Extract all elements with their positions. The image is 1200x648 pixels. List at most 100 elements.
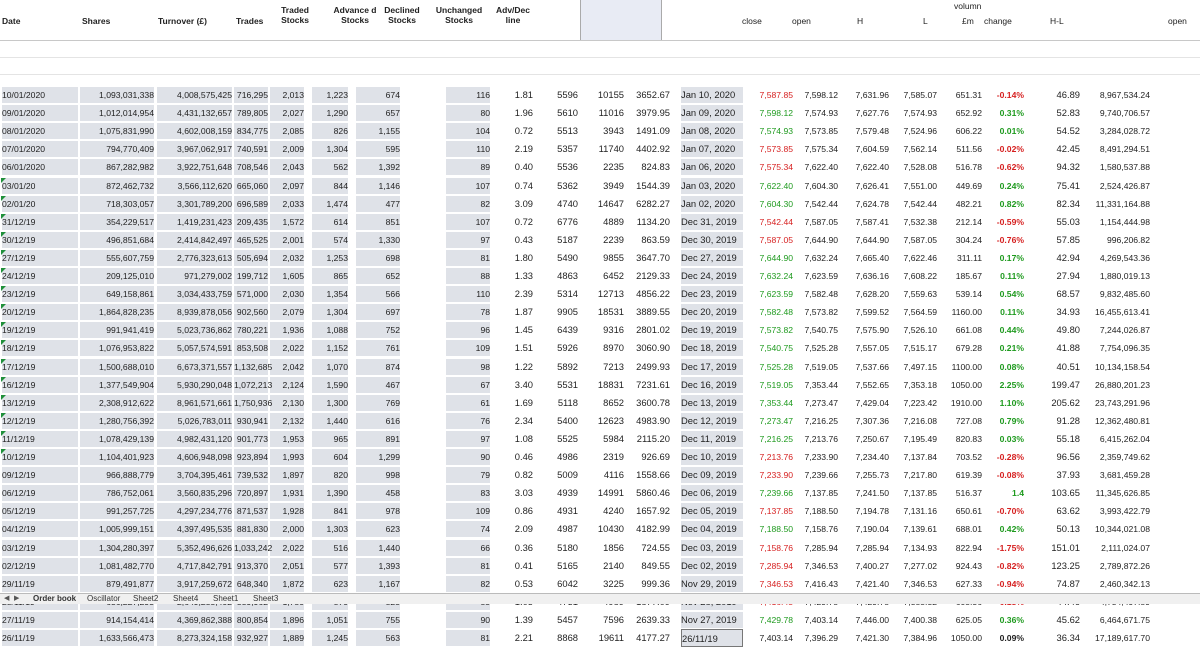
cell-vol[interactable]: 304.24 (942, 231, 982, 249)
cell-turnover[interactable]: 4,606,948,098 (157, 448, 232, 466)
cell-close[interactable]: 7,623.59 (744, 285, 793, 303)
cell-shares[interactable]: 991,257,725 (80, 502, 154, 520)
cell-close[interactable]: 7,575.34 (744, 158, 793, 176)
cell-traded[interactable]: 2,013 (270, 86, 304, 104)
cell-dec[interactable]: 566 (356, 285, 400, 303)
cell-open[interactable]: 7,582.48 (796, 285, 838, 303)
cell-date[interactable]: 20/12/19 (2, 303, 78, 321)
cell-unch[interactable]: 88 (446, 267, 490, 285)
cell-vol[interactable]: 924.43 (942, 557, 982, 575)
header-traded-stocks[interactable]: Traded Stocks (272, 5, 318, 25)
cell-t[interactable]: 11740 (584, 140, 624, 158)
cell-high[interactable]: 7,421.40 (844, 575, 889, 593)
cell-traded[interactable]: 2,085 (270, 122, 304, 140)
cell-open[interactable]: 7,573.82 (796, 303, 838, 321)
cell-s[interactable]: 5400 (546, 412, 578, 430)
cell-t[interactable]: 12623 (584, 412, 624, 430)
cell-s[interactable]: 4740 (546, 195, 578, 213)
cell-day[interactable]: Dec 09, 2019 (681, 466, 743, 484)
cell-date[interactable]: 18/12/19 (2, 339, 78, 357)
cell-chg[interactable]: -0.76% (985, 231, 1024, 249)
cell-day[interactable]: Jan 09, 2020 (681, 104, 743, 122)
cell-date[interactable]: 10/12/19 (2, 448, 78, 466)
cell-close[interactable]: 7,137.85 (744, 502, 793, 520)
cell-t[interactable]: 4240 (584, 502, 624, 520)
cell-unch[interactable]: 81 (446, 249, 490, 267)
cell-chg[interactable]: -0.62% (985, 158, 1024, 176)
cell-r[interactable]: 1.33 (510, 267, 533, 285)
cell-adv[interactable]: 865 (312, 267, 348, 285)
cell-date[interactable]: 07/01/2020 (2, 140, 78, 158)
cell-open2[interactable]: 1,154,444.98 (1082, 213, 1150, 231)
cell-u[interactable]: 824.83 (624, 158, 670, 176)
cell-open2[interactable]: 2,524,426.87 (1082, 177, 1150, 195)
cell-traded[interactable]: 1,889 (270, 629, 304, 647)
cell-day[interactable]: Dec 13, 2019 (681, 394, 743, 412)
cell-date[interactable]: 06/12/19 (2, 484, 78, 502)
cell-traded[interactable]: 1,928 (270, 502, 304, 520)
header-unchanged-stocks[interactable]: Unchanged Stocks (430, 5, 488, 25)
cell-trades[interactable]: 1,132,685 (234, 358, 272, 376)
cell-trades[interactable]: 739,532 (234, 466, 268, 484)
cell-r[interactable]: 3.09 (510, 195, 533, 213)
cell-chg[interactable]: -0.59% (985, 213, 1024, 231)
cell-low[interactable]: 7,622.46 (892, 249, 937, 267)
cell-shares[interactable]: 867,282,982 (80, 158, 154, 176)
cell-vol[interactable]: 1050.00 (942, 629, 982, 647)
cell-traded[interactable]: 1,897 (270, 466, 304, 484)
cell-open2[interactable]: 8,967,534.24 (1082, 86, 1150, 104)
cell-shares[interactable]: 1,081,482,770 (80, 557, 154, 575)
cell-open2[interactable]: 3,681,459.28 (1082, 466, 1150, 484)
cell-hl[interactable]: 91.28 (1044, 412, 1080, 430)
header-volumn[interactable]: volumn (954, 1, 981, 11)
cell-unch[interactable]: 78 (446, 303, 490, 321)
cell-high[interactable]: 7,636.16 (844, 267, 889, 285)
cell-adv[interactable]: 1,390 (312, 484, 348, 502)
cell-dec[interactable]: 697 (356, 303, 400, 321)
cell-date[interactable]: 10/01/2020 (2, 86, 78, 104)
cell-dec[interactable]: 1,392 (356, 158, 400, 176)
cell-open[interactable]: 7,416.43 (796, 575, 838, 593)
cell-r[interactable]: 2.21 (510, 629, 533, 647)
cell-high[interactable]: 7,446.00 (844, 611, 889, 629)
cell-date[interactable]: 26/11/19 (2, 629, 78, 647)
cell-hl[interactable]: 57.85 (1044, 231, 1080, 249)
cell-close[interactable]: 7,429.78 (744, 611, 793, 629)
cell-hl[interactable]: 40.51 (1044, 358, 1080, 376)
cell-high[interactable]: 7,587.41 (844, 213, 889, 231)
header-hl[interactable]: H-L (1050, 16, 1064, 26)
cell-chg[interactable]: 2.25% (985, 376, 1024, 394)
cell-r[interactable]: 0.43 (510, 231, 533, 249)
cell-open2[interactable]: 26,880,201.23 (1082, 376, 1150, 394)
cell-turnover[interactable]: 1,419,231,423 (157, 213, 232, 231)
cell-s[interactable]: 5165 (546, 557, 578, 575)
cell-t[interactable]: 3943 (584, 122, 624, 140)
cell-hl[interactable]: 34.93 (1044, 303, 1080, 321)
cell-t[interactable]: 11016 (584, 104, 624, 122)
cell-open2[interactable]: 2,359,749.62 (1082, 448, 1150, 466)
header-high[interactable]: H (857, 16, 863, 26)
cell-close[interactable]: 7,213.76 (744, 448, 793, 466)
cell-hl[interactable]: 103.65 (1044, 484, 1080, 502)
cell-open[interactable]: 7,574.93 (796, 104, 838, 122)
cell-date[interactable]: 03/01/20 (2, 177, 78, 195)
cell-open2[interactable]: 2,789,872.26 (1082, 557, 1150, 575)
cell-low[interactable]: 7,528.08 (892, 158, 937, 176)
cell-open2[interactable]: 4,269,543.36 (1082, 249, 1150, 267)
cell-trades[interactable]: 716,295 (234, 86, 268, 104)
cell-date[interactable]: 17/12/19 (2, 358, 78, 376)
cell-u[interactable]: 3647.70 (624, 249, 670, 267)
cell-adv[interactable]: 562 (312, 158, 348, 176)
cell-adv[interactable]: 1,590 (312, 376, 348, 394)
cell-u[interactable]: 4182.99 (624, 520, 670, 538)
cell-trades[interactable]: 1,750,936 (234, 394, 272, 412)
cell-date[interactable]: 02/12/19 (2, 557, 78, 575)
header-open[interactable]: open (792, 16, 811, 26)
cell-dec[interactable]: 761 (356, 339, 400, 357)
cell-r[interactable]: 1.87 (510, 303, 533, 321)
cell-turnover[interactable]: 4,008,575,425 (157, 86, 232, 104)
cell-shares[interactable]: 872,462,732 (80, 177, 154, 195)
cell-unch[interactable]: 74 (446, 520, 490, 538)
cell-day[interactable]: Dec 12, 2019 (681, 412, 743, 430)
cell-open2[interactable]: 3,284,028.72 (1082, 122, 1150, 140)
